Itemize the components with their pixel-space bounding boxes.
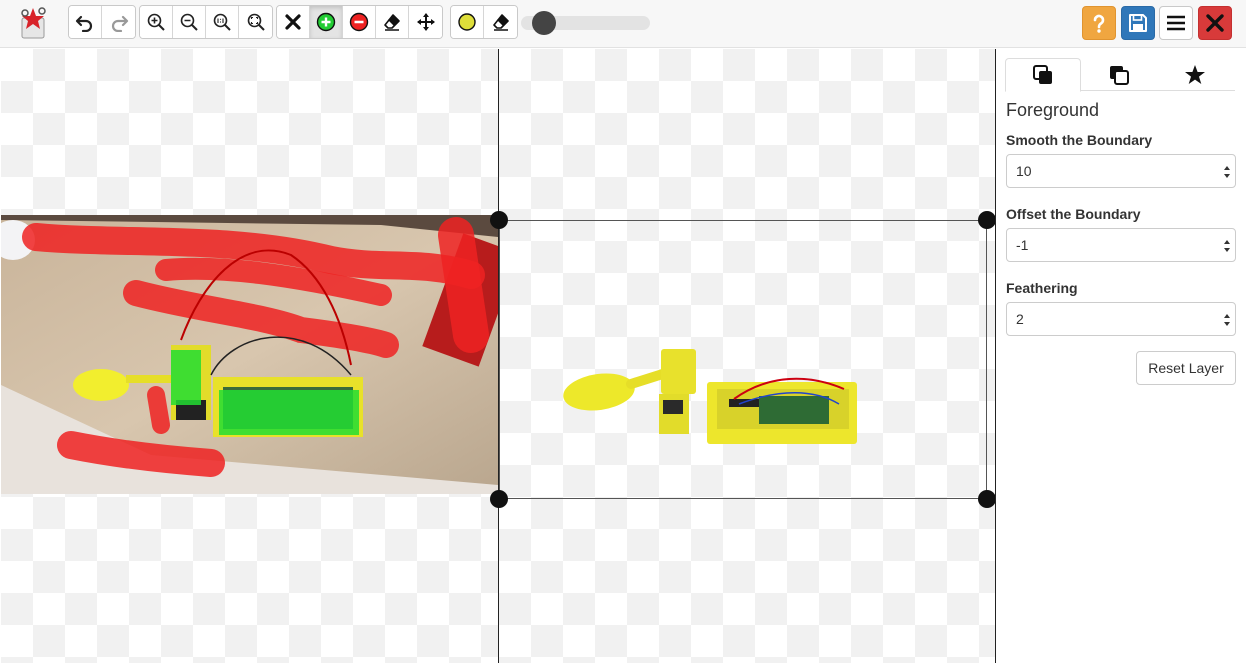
select-arrows-icon: [1224, 240, 1230, 252]
mark-foreground-icon: [316, 12, 336, 32]
offset-select[interactable]: -1: [1006, 228, 1236, 262]
crop-handle-bottom-right[interactable]: [978, 490, 996, 508]
menu-icon: [1167, 15, 1185, 31]
smooth-label: Smooth the Boundary: [1006, 132, 1153, 148]
brush-color-button[interactable]: [451, 6, 484, 38]
brush-eraser-icon: [492, 14, 509, 31]
mark-background-button[interactable]: [343, 6, 376, 38]
close-button[interactable]: [1198, 6, 1232, 40]
tab-background[interactable]: [1081, 58, 1157, 91]
close-icon: [1206, 14, 1224, 32]
offset-value: -1: [1016, 237, 1029, 253]
toolbar: [0, 0, 1246, 48]
select-arrows-icon: [1224, 314, 1230, 326]
eraser-button[interactable]: [376, 6, 409, 38]
move-icon: [416, 13, 435, 31]
reset-layer-button[interactable]: Reset Layer: [1136, 351, 1236, 385]
zoom-actual-size-icon: [213, 13, 231, 31]
zoom-in-button[interactable]: [140, 6, 173, 38]
history-group: [68, 5, 136, 39]
eraser-icon: [384, 14, 400, 31]
source-canvas[interactable]: [1, 49, 498, 663]
source-photo: [1, 215, 498, 494]
redo-button[interactable]: [102, 6, 135, 38]
clear-button[interactable]: [277, 6, 310, 38]
offset-label: Offset the Boundary: [1006, 206, 1141, 222]
background-layer-icon: [1110, 65, 1129, 85]
brush-group: [450, 5, 518, 39]
select-arrows-icon: [1224, 166, 1230, 178]
mark-foreground-button[interactable]: [310, 6, 343, 38]
layer-tabs: [1005, 58, 1235, 92]
brush-color-icon: [458, 13, 476, 31]
smooth-value: 10: [1016, 163, 1032, 179]
brush-size-slider[interactable]: [521, 11, 650, 35]
tab-favorite[interactable]: [1157, 58, 1233, 91]
smooth-select[interactable]: 10: [1006, 154, 1236, 188]
panel-title: Foreground: [1006, 100, 1100, 120]
zoom-in-icon: [147, 13, 165, 31]
feather-label: Feathering: [1006, 280, 1078, 296]
clear-icon: [285, 14, 301, 30]
cutout-result: [563, 349, 857, 444]
edit-group: [276, 5, 443, 39]
move-button[interactable]: [409, 6, 442, 38]
result-canvas[interactable]: [490, 49, 996, 663]
slider-handle[interactable]: [531, 11, 556, 35]
crop-handle-top-left[interactable]: [490, 211, 508, 229]
feather-select[interactable]: 2: [1006, 302, 1236, 336]
zoom-actual-size-button[interactable]: [206, 6, 239, 38]
layer-settings-panel: Foreground Smooth the Boundary 10 Offset…: [996, 49, 1246, 663]
zoom-group: [139, 5, 273, 39]
redo-icon: [111, 15, 128, 32]
feather-value: 2: [1016, 311, 1024, 327]
mark-background-icon: [349, 12, 369, 32]
zoom-fit-button[interactable]: [239, 6, 272, 38]
help-button[interactable]: [1082, 6, 1116, 40]
save-icon: [1129, 14, 1147, 32]
zoom-fit-icon: [247, 13, 265, 31]
crop-handle-bottom-left[interactable]: [490, 490, 508, 508]
undo-icon: [75, 15, 93, 32]
favorite-icon: [1185, 64, 1205, 84]
brush-eraser-button[interactable]: [484, 6, 517, 38]
undo-button[interactable]: [69, 6, 102, 38]
zoom-out-icon: [180, 13, 198, 31]
foreground-layer-icon: [1033, 65, 1052, 84]
menu-button[interactable]: [1159, 6, 1193, 40]
save-button[interactable]: [1121, 6, 1155, 40]
tab-foreground[interactable]: [1005, 58, 1081, 92]
crop-handle-top-right[interactable]: [978, 211, 996, 229]
zoom-out-button[interactable]: [173, 6, 206, 38]
app-logo-icon: [18, 6, 48, 40]
help-icon: [1093, 14, 1105, 33]
